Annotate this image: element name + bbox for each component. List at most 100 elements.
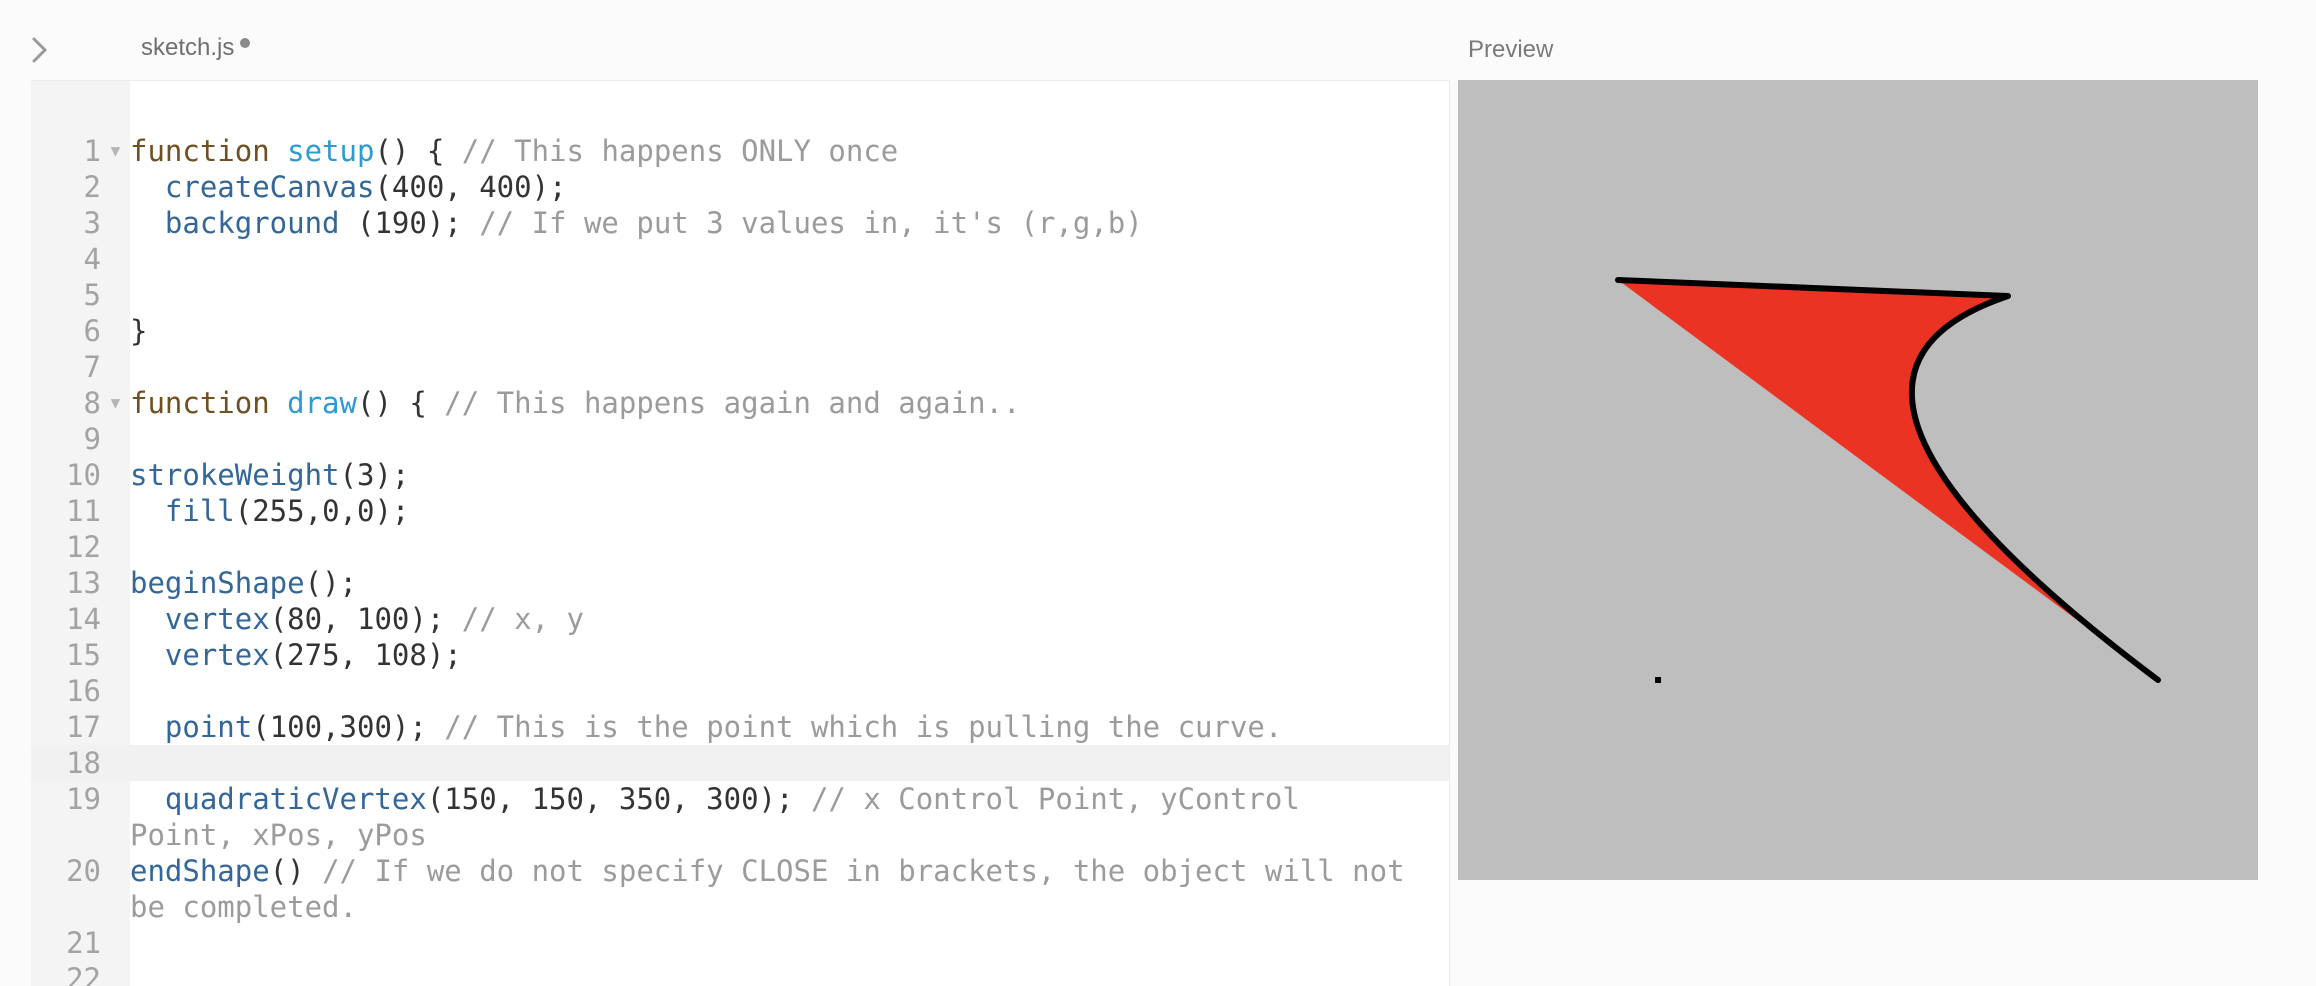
code-line[interactable]: 10 strokeWeight(3); xyxy=(31,457,1449,493)
code-token: point xyxy=(164,710,253,744)
code-token: (3); xyxy=(339,458,410,492)
line-number: 21 xyxy=(66,926,101,960)
code-token: // If we do not specify CLOSE in bracket… xyxy=(130,854,1423,924)
code-line[interactable]: 6} xyxy=(31,313,1449,349)
code-token: strokeWeight xyxy=(130,458,340,492)
line-number: 7 xyxy=(83,350,101,384)
code-token: setup xyxy=(287,134,375,168)
sidebar-toggle-button[interactable] xyxy=(26,32,54,68)
code-text: quadraticVertex(150, 150, 350, 300); // … xyxy=(130,781,1449,853)
code-token: (80, 100); xyxy=(269,602,462,636)
line-number: 14 xyxy=(66,602,101,636)
code-token: (100,300); xyxy=(252,710,445,744)
code-token: // This happens ONLY once xyxy=(461,134,899,168)
code-token: quadraticVertex xyxy=(164,782,427,816)
code-token: createCanvas xyxy=(164,170,375,204)
code-token: (275, 108); xyxy=(269,638,462,672)
code-text: endShape() // If we do not specify CLOSE… xyxy=(130,853,1449,925)
chevron-right-icon xyxy=(32,37,47,63)
code-line[interactable]: 18 xyxy=(31,745,1449,781)
code-line[interactable]: 17 point(100,300); // This is the point … xyxy=(31,709,1449,745)
code-line[interactable]: 16 xyxy=(31,673,1449,709)
code-token: () { xyxy=(356,386,445,420)
code-line[interactable]: 22 xyxy=(31,961,1449,986)
code-token: draw xyxy=(287,386,357,420)
code-token: function xyxy=(130,134,288,168)
preview-label: Preview xyxy=(1468,36,1554,63)
code-line[interactable]: 14 vertex(80, 100); // x, y xyxy=(31,601,1449,637)
code-line[interactable]: 5 xyxy=(31,277,1449,313)
code-text: strokeWeight(3); xyxy=(130,457,1449,493)
code-line[interactable]: 8 ▼ function draw() { // This happens agai… xyxy=(31,385,1449,421)
code-line[interactable]: 15 vertex(275, 108); xyxy=(31,637,1449,673)
line-number: 5 xyxy=(83,278,101,312)
canvas-background xyxy=(1458,80,2258,880)
code-text: function draw() { // This happens again … xyxy=(130,385,1449,421)
code-text: vertex(275, 108); xyxy=(130,637,1449,673)
code-token: vertex xyxy=(164,638,270,672)
code-text: background (190); // If we put 3 values … xyxy=(130,205,1449,241)
code-line[interactable]: 3 background (190); // If we put 3 value… xyxy=(31,205,1449,241)
code-line[interactable]: 7 xyxy=(31,349,1449,385)
fold-arrow-icon[interactable]: ▼ xyxy=(101,133,130,169)
code-token: endShape xyxy=(130,854,270,888)
code-text: fill(255,0,0); xyxy=(130,493,1449,529)
code-text: } xyxy=(130,313,1449,349)
preview-canvas[interactable] xyxy=(1458,80,2258,880)
file-tab-sketch[interactable]: sketch.js xyxy=(141,34,251,62)
code-line[interactable]: 21 xyxy=(31,925,1449,961)
code-line[interactable]: 12 xyxy=(31,529,1449,565)
code-token: beginShape xyxy=(130,566,305,600)
code-token: (255,0,0); xyxy=(234,494,410,528)
line-number: 3 xyxy=(83,206,101,240)
code-line[interactable]: 9 xyxy=(31,421,1449,457)
code-token: // This happens again and again.. xyxy=(444,386,1021,420)
line-number: 11 xyxy=(66,494,101,528)
line-number: 13 xyxy=(66,566,101,600)
code-editor[interactable]: 1 ▼ function setup() { // This happens ONL… xyxy=(31,80,1450,986)
code-token: // This is the point which is pulling th… xyxy=(444,710,1283,744)
code-line[interactable]: 4 xyxy=(31,241,1449,277)
fold-arrow-icon[interactable]: ▼ xyxy=(101,385,130,421)
code-line[interactable]: 11 fill(255,0,0); xyxy=(31,493,1449,529)
editor-topbar: sketch.js Preview xyxy=(0,0,2316,80)
line-number: 9 xyxy=(83,422,101,456)
code-line[interactable]: 20 endShape() // If we do not specify CLO… xyxy=(31,853,1449,925)
code-line[interactable]: 1 ▼ function setup() { // This happens ONL… xyxy=(31,133,1449,169)
line-number: 6 xyxy=(83,314,101,348)
line-number: 20 xyxy=(66,854,101,888)
code-line[interactable]: 19 quadraticVertex(150, 150, 350, 300); … xyxy=(31,781,1449,853)
code-line[interactable]: 2 createCanvas(400, 400); xyxy=(31,169,1449,205)
code-token: } xyxy=(130,314,148,348)
code-line[interactable]: 13 beginShape(); xyxy=(31,565,1449,601)
line-number: 4 xyxy=(83,242,101,276)
